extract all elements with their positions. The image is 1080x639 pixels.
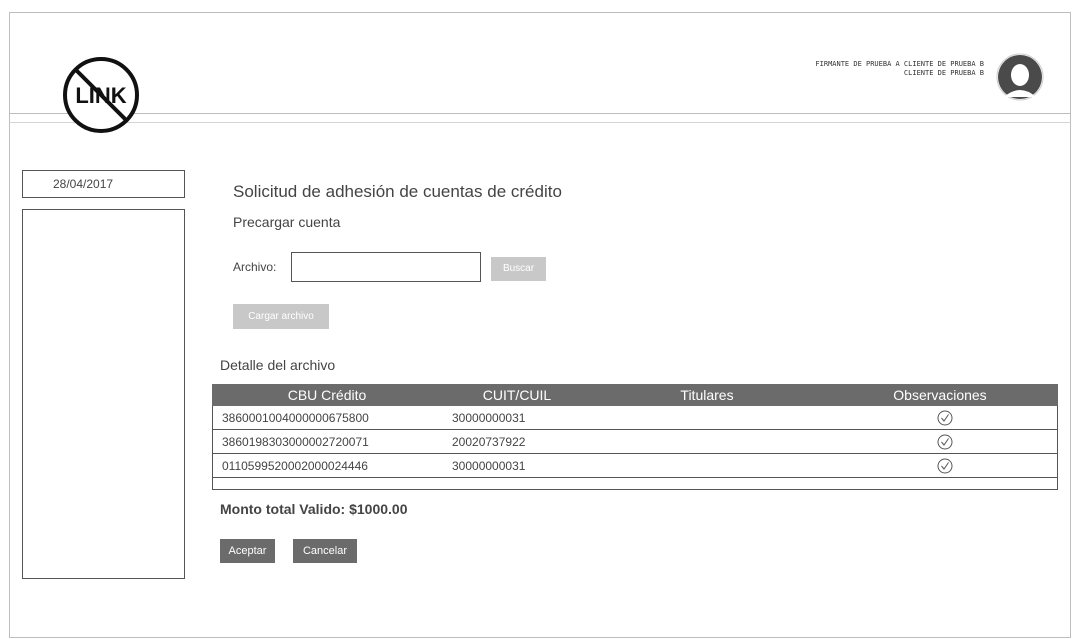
table-row: 3860001004000000675800 30000000031 — [212, 406, 1058, 430]
check-circle-icon — [937, 410, 953, 425]
search-button[interactable]: Buscar — [491, 257, 546, 281]
check-circle-icon — [937, 458, 953, 473]
table-row: 3860198303000002720071 20020737922 — [212, 429, 1058, 454]
file-input[interactable] — [291, 252, 481, 282]
col-cuit: CUIT/CUIL — [442, 384, 592, 406]
accept-button[interactable]: Aceptar — [220, 539, 275, 563]
cell-observaciones — [822, 453, 1058, 478]
detail-label: Detalle del archivo — [220, 357, 336, 373]
side-panel — [22, 209, 185, 579]
cell-titulares — [592, 429, 822, 454]
cancel-button[interactable]: Cancelar — [293, 539, 357, 563]
cell-cuit: 20020737922 — [442, 429, 592, 454]
cell-titulares — [592, 453, 822, 478]
cell-cbu: 3860001004000000675800 — [212, 406, 442, 430]
page-subtitle: Precargar cuenta — [233, 214, 341, 230]
col-cbu: CBU Crédito — [212, 384, 442, 406]
header-divider-secondary — [9, 122, 1071, 123]
cell-cbu: 3860198303000002720071 — [212, 429, 442, 454]
cell-titulares — [592, 406, 822, 430]
cell-cuit: 30000000031 — [442, 406, 592, 430]
total-amount: Monto total Valido: $1000.00 — [220, 501, 408, 517]
cell-cbu: 0110599520002000024446 — [212, 453, 442, 478]
file-label: Archivo: — [233, 260, 277, 274]
user-line-2: CLIENTE DE PRUEBA B — [903, 69, 984, 77]
table-header-row: CBU Crédito CUIT/CUIL Titulares Observac… — [212, 384, 1058, 406]
load-file-button[interactable]: Cargar archivo — [233, 304, 329, 329]
check-circle-icon — [937, 434, 953, 449]
page-title: Solicitud de adhesión de cuentas de créd… — [233, 182, 562, 201]
user-line-1: FIRMANTE DE PRUEBA A CLIENTE DE PRUEBA B — [815, 60, 984, 68]
col-observaciones: Observaciones — [822, 384, 1058, 406]
user-info: FIRMANTE DE PRUEBA A CLIENTE DE PRUEBA B… — [815, 60, 984, 78]
table-row: 0110599520002000024446 30000000031 — [212, 453, 1058, 478]
cell-cuit: 30000000031 — [442, 453, 592, 478]
link-logo: LINK — [63, 57, 139, 133]
date-box: 28/04/2017 — [22, 170, 185, 198]
header-divider — [9, 113, 1071, 114]
cell-observaciones — [822, 406, 1058, 430]
col-titulares: Titulares — [592, 384, 822, 406]
date-text: 28/04/2017 — [53, 177, 114, 191]
avatar-icon[interactable] — [996, 53, 1044, 101]
cell-observaciones — [822, 429, 1058, 454]
accounts-table: CBU Crédito CUIT/CUIL Titulares Observac… — [212, 384, 1058, 478]
logo-text: LINK — [75, 83, 126, 108]
